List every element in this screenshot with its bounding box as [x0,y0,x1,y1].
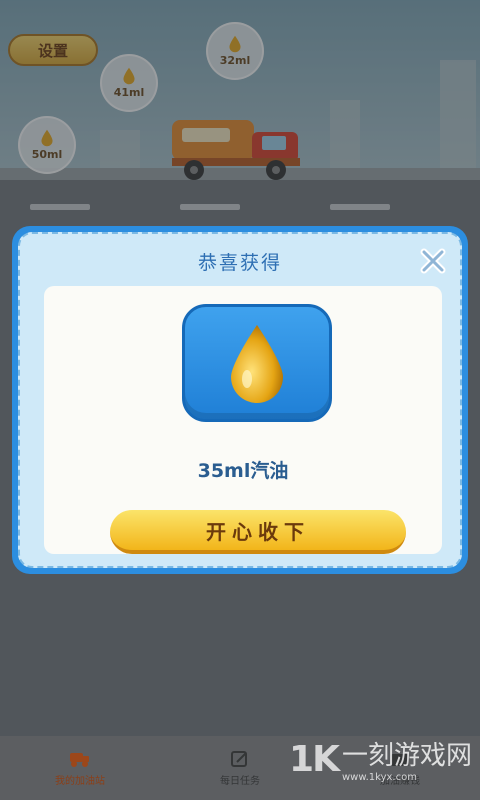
watermark-logo: 1K [289,738,340,780]
watermark-url: www.1kyx.com [341,772,417,783]
nav-label: 每日任务 [220,775,260,787]
nav-item-gas-station[interactable]: 我的加油站 [0,736,160,800]
dialog-title: 恭喜获得 [197,252,282,274]
reward-dialog: 恭喜获得 35ml汽油 开心收下 [12,226,468,574]
watermark-title: 一刻游戏网 [341,741,472,771]
close-button[interactable] [418,246,448,276]
truck-icon [70,752,89,767]
watermark: 1K 一刻游戏网 www.1kyx.com [289,735,472,784]
reward-card: 35ml汽油 开心收下 [44,286,442,554]
close-icon [420,248,446,274]
reward-amount: 35ml汽油 [197,460,289,482]
edit-icon [231,750,247,767]
oil-drop-icon [231,325,283,403]
reward-icon-tile [182,304,332,422]
nav-label: 我的加油站 [55,775,105,787]
accept-button[interactable]: 开心收下 [110,510,406,554]
dialog-body: 恭喜获得 35ml汽油 开心收下 [18,232,462,568]
